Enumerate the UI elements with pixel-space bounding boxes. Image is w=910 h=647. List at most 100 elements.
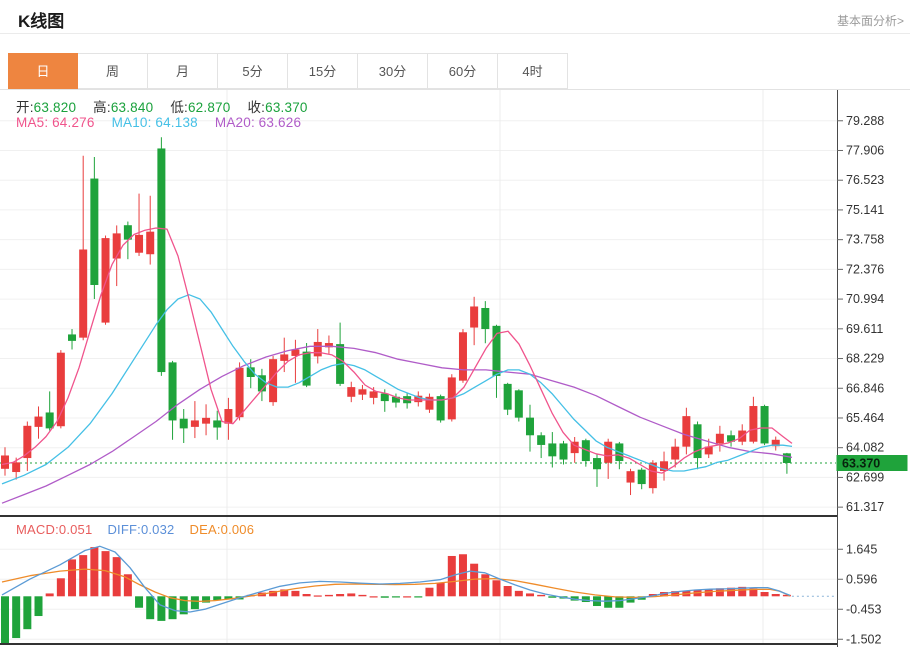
diff-value: 0.032 — [141, 522, 175, 537]
candle-body — [79, 250, 87, 338]
candle[interactable] — [336, 323, 344, 386]
macd-bar — [314, 595, 322, 596]
candle[interactable] — [425, 394, 433, 413]
price-axis-label: 72.376 — [846, 262, 884, 276]
macd-bar — [358, 595, 366, 596]
candle-body — [191, 420, 199, 426]
candle[interactable] — [459, 329, 467, 383]
candle[interactable] — [437, 395, 445, 423]
candle[interactable] — [515, 389, 523, 421]
tab-周[interactable]: 周 — [78, 53, 148, 89]
candle[interactable] — [347, 382, 355, 402]
candle-body — [113, 233, 121, 258]
ma10-label: MA10: — [112, 115, 152, 130]
fundamental-analysis-link[interactable]: 基本面分析> — [837, 12, 904, 29]
candle[interactable] — [102, 236, 110, 325]
candle-body — [716, 434, 724, 444]
candle[interactable] — [560, 441, 568, 465]
macd-bar — [615, 596, 623, 607]
candle[interactable] — [291, 340, 299, 383]
candle-body — [102, 238, 110, 322]
current-price-badge-text: 63.370 — [842, 457, 880, 471]
candle-body — [783, 453, 791, 463]
candle[interactable] — [660, 452, 668, 481]
macd-bar — [135, 596, 143, 607]
candle[interactable] — [35, 406, 43, 438]
candle[interactable] — [627, 469, 635, 495]
kline-chart-svg[interactable]: 79.28877.90676.52375.14173.75872.37670.9… — [0, 90, 910, 647]
candle-body — [537, 435, 545, 445]
candle-body — [526, 418, 534, 436]
candle[interactable] — [481, 301, 489, 343]
candle-body — [682, 416, 690, 447]
candle[interactable] — [202, 404, 210, 435]
open-value: 63.820 — [34, 100, 77, 115]
ma5-label: MA5: — [16, 115, 48, 130]
candle[interactable] — [749, 397, 757, 444]
tab-15分[interactable]: 15分 — [288, 53, 358, 89]
candle[interactable] — [79, 156, 87, 340]
high-label: 高: — [93, 100, 111, 115]
candle[interactable] — [571, 437, 579, 463]
ma5-value: 64.276 — [52, 115, 95, 130]
candle[interactable] — [325, 336, 333, 354]
candle-body — [749, 406, 757, 442]
title-divider — [0, 33, 910, 34]
candle[interactable] — [157, 137, 165, 376]
candle[interactable] — [180, 409, 188, 443]
tab-4时[interactable]: 4时 — [498, 53, 568, 89]
candle[interactable] — [135, 194, 143, 256]
candle[interactable] — [90, 157, 98, 299]
macd-bar — [191, 596, 199, 609]
candle-body — [593, 458, 601, 469]
candle-body — [68, 334, 76, 340]
candle[interactable] — [537, 432, 545, 458]
tab-5分[interactable]: 5分 — [218, 53, 288, 89]
price-axis-label: 65.464 — [846, 411, 884, 425]
kline-chart-area[interactable]: 79.28877.90676.52375.14173.75872.37670.9… — [0, 90, 910, 647]
candle-body — [548, 443, 556, 456]
candle[interactable] — [191, 401, 199, 438]
candle[interactable] — [57, 350, 65, 428]
candle-body — [224, 409, 232, 424]
candle[interactable] — [604, 439, 612, 479]
candle[interactable] — [46, 391, 54, 430]
candle[interactable] — [548, 432, 556, 467]
candle[interactable] — [68, 329, 76, 349]
tab-月[interactable]: 月 — [148, 53, 218, 89]
tab-30分[interactable]: 30分 — [358, 53, 428, 89]
candle[interactable] — [638, 468, 646, 490]
candle[interactable] — [358, 385, 366, 400]
candle[interactable] — [582, 439, 590, 467]
candle[interactable] — [772, 437, 780, 451]
candle-body — [481, 308, 489, 329]
candle[interactable] — [694, 422, 702, 470]
candle[interactable] — [23, 422, 31, 471]
price-axis-label: 62.699 — [846, 470, 884, 484]
macd-bar — [113, 557, 121, 596]
candle-body — [90, 179, 98, 285]
macd-bar — [90, 547, 98, 596]
candle[interactable] — [727, 431, 735, 447]
candle[interactable] — [504, 383, 512, 415]
candle[interactable] — [470, 297, 478, 345]
candle[interactable] — [414, 391, 422, 406]
page-title: K线图 — [18, 7, 64, 32]
candle[interactable] — [1, 447, 9, 475]
candle[interactable] — [169, 361, 177, 440]
macd-bar — [46, 593, 54, 596]
tab-日[interactable]: 日 — [8, 53, 78, 89]
macd-bar — [604, 596, 612, 607]
macd-bar — [492, 580, 500, 596]
price-axis-label: 64.082 — [846, 441, 884, 455]
price-axis-label: 75.141 — [846, 203, 884, 217]
price-axis-label: 68.229 — [846, 352, 884, 366]
candle[interactable] — [258, 369, 266, 401]
candle[interactable] — [761, 405, 769, 445]
candle[interactable] — [593, 454, 601, 487]
candle[interactable] — [224, 398, 232, 440]
candle[interactable] — [526, 405, 534, 452]
ma-readout: MA5: 64.276 MA10: 64.138 MA20: 63.626 — [16, 115, 301, 130]
candle[interactable] — [492, 325, 500, 398]
tab-60分[interactable]: 60分 — [428, 53, 498, 89]
